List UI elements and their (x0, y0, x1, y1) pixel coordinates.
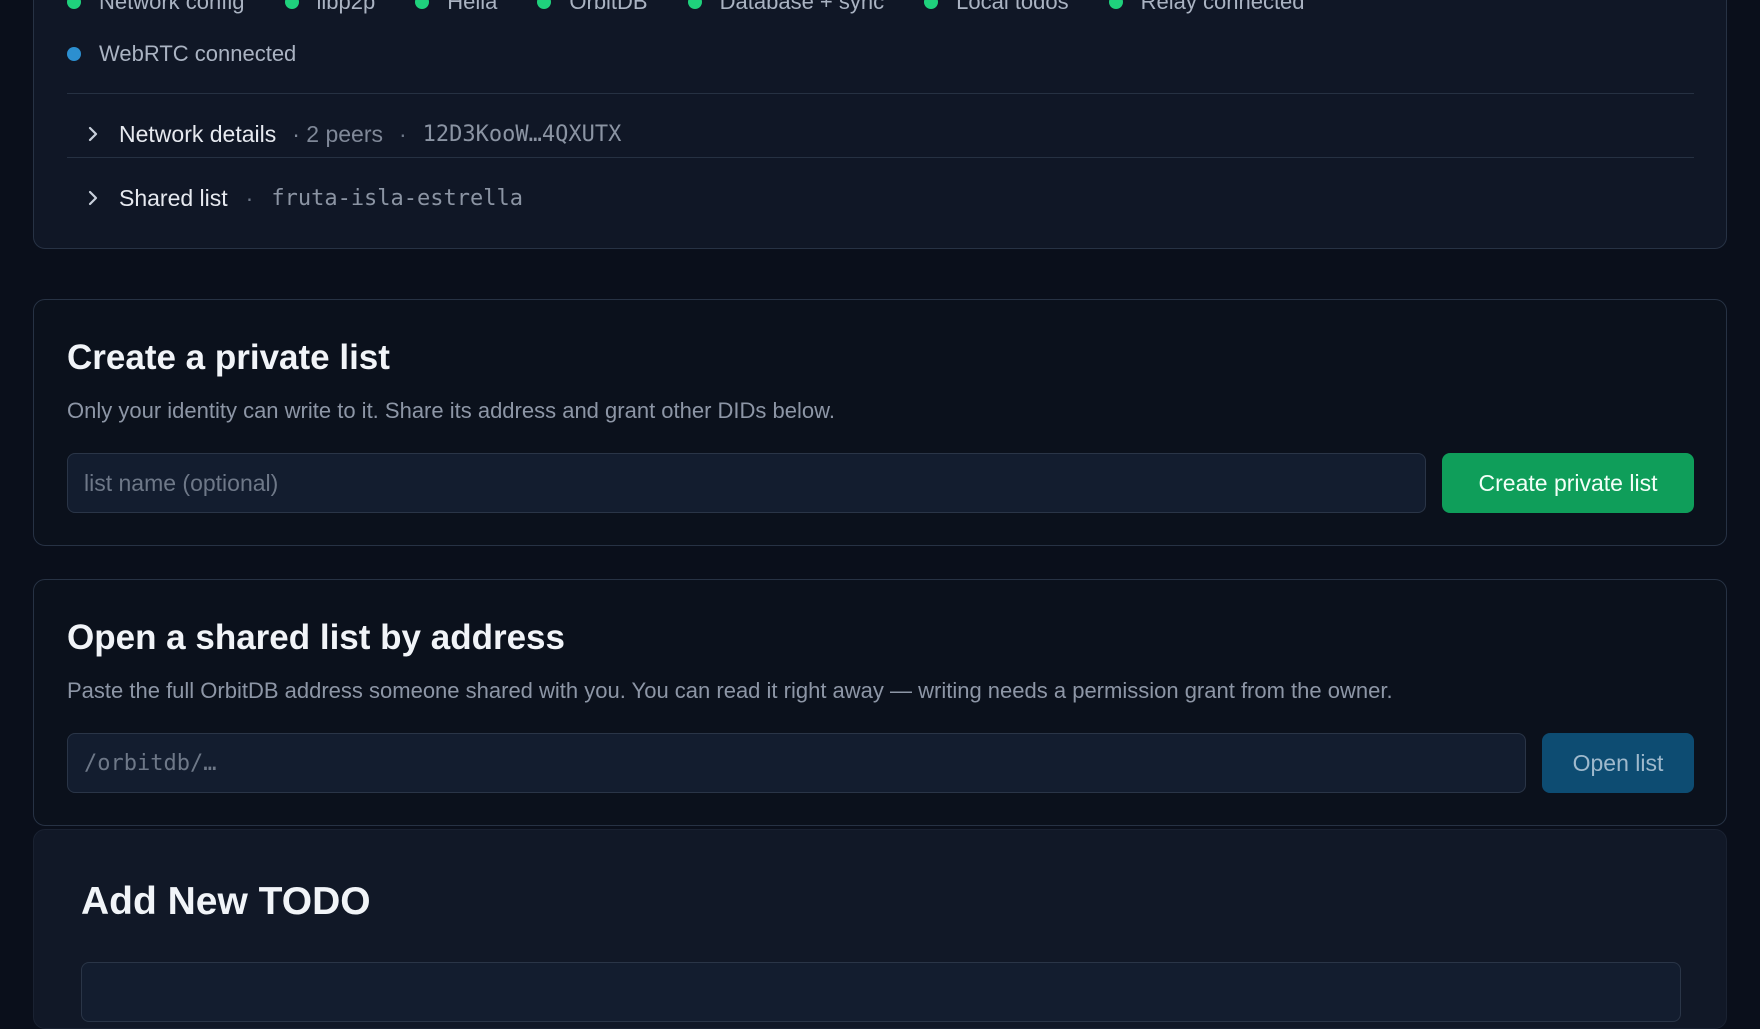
add-todo-card: Add New TODO (33, 829, 1727, 1029)
status-dot-icon (924, 0, 939, 9)
status-webrtc: WebRTC connected (67, 41, 296, 67)
divider (67, 157, 1694, 158)
status-dot-icon (67, 0, 81, 9)
status-dot-icon (284, 0, 299, 9)
open-shared-list-title: Open a shared list by address (67, 618, 565, 657)
status-network-config: Network config (67, 0, 245, 15)
status-label: WebRTC connected (99, 41, 297, 66)
status-relay: Relay connected (1108, 0, 1305, 15)
separator: · (399, 120, 407, 147)
todo-input[interactable] (81, 962, 1681, 1022)
network-details-title: Network details (119, 120, 277, 147)
status-orbitdb: OrbitDB (537, 0, 648, 15)
input-placeholder: /orbitdb/… (84, 750, 217, 776)
status-label: Local todos (956, 0, 1069, 14)
status-row: Network config libp2p Helia OrbitDB Data… (67, 0, 1693, 15)
orbitdb-address-input[interactable]: /orbitdb/… (67, 733, 1526, 793)
separator: · (245, 184, 254, 211)
status-label: Network config (99, 0, 245, 14)
chevron-right-icon (73, 178, 113, 218)
status-local-todos: Local todos (924, 0, 1069, 15)
divider (67, 93, 1694, 94)
status-helia: Helia (415, 0, 497, 15)
chevron-right-icon (73, 114, 113, 154)
status-dot-icon (1108, 0, 1123, 9)
create-private-list-title: Create a private list (67, 338, 390, 377)
status-card: Network config libp2p Helia OrbitDB Data… (33, 0, 1727, 249)
create-private-list-card: Create a private list Only your identity… (33, 299, 1727, 546)
network-details-toggle[interactable]: Network details · 2 peers · 12D3KooW…4QX… (67, 114, 1694, 154)
status-dot-icon (687, 0, 702, 9)
open-shared-list-description: Paste the full OrbitDB address someone s… (67, 678, 1393, 703)
create-private-list-button[interactable]: Create private list (1442, 453, 1694, 513)
status-libp2p: libp2p (284, 0, 376, 15)
status-label: Database + sync (719, 0, 885, 14)
open-list-button[interactable]: Open list (1542, 733, 1694, 793)
status-dot-icon (67, 47, 81, 61)
add-todo-title: Add New TODO (81, 880, 371, 923)
open-shared-list-card: Open a shared list by address Paste the … (33, 579, 1727, 826)
status-label: Relay connected (1140, 0, 1305, 14)
input-placeholder: list name (optional) (84, 469, 279, 496)
status-dot-icon (537, 0, 552, 9)
status-label: Helia (447, 0, 498, 14)
shared-list-toggle[interactable]: Shared list · fruta-isla-estrella (67, 178, 1694, 218)
list-name-input[interactable]: list name (optional) (67, 453, 1426, 513)
peer-id: 12D3KooW…4QXUTX (422, 121, 622, 147)
create-private-list-description: Only your identity can write to it. Shar… (67, 398, 835, 423)
status-row: WebRTC connected (67, 41, 1693, 67)
peer-count: · 2 peers (292, 120, 383, 147)
shared-list-title: Shared list (119, 184, 228, 211)
status-label: libp2p (316, 0, 376, 14)
status-dot-icon (415, 0, 430, 9)
status-database-sync: Database + sync (687, 0, 885, 15)
shared-list-name: fruta-isla-estrella (271, 185, 524, 211)
status-label: OrbitDB (569, 0, 648, 14)
